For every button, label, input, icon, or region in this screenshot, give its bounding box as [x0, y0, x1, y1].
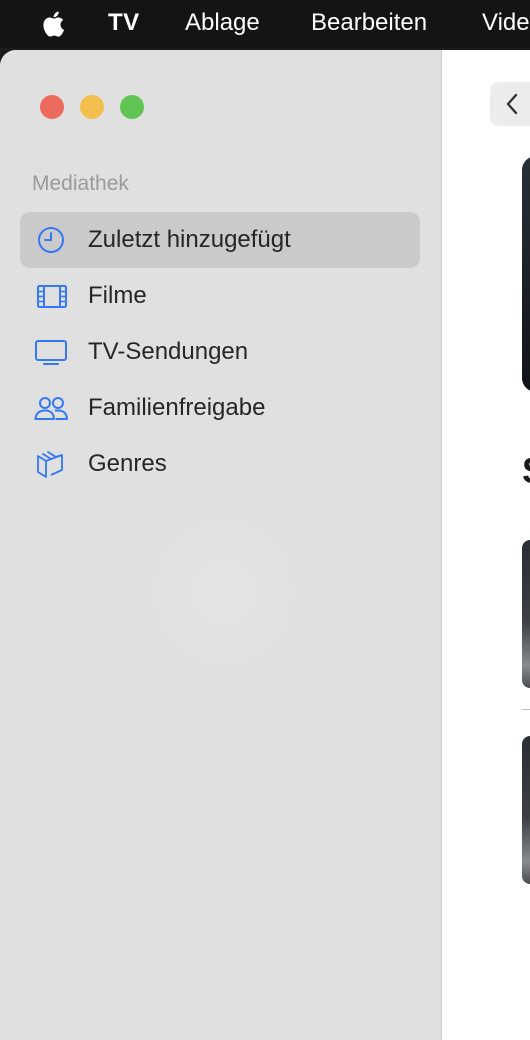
back-button[interactable] [490, 82, 530, 126]
hero-artwork[interactable] [522, 156, 530, 392]
apple-icon[interactable] [40, 9, 70, 39]
empty-placeholder-graphic [152, 516, 296, 668]
people-icon [34, 397, 68, 420]
sidebar: Mediathek Zuletzt hinzugefügt Filme TV-S… [0, 50, 442, 1040]
sidebar-item-recently-added[interactable]: Zuletzt hinzugefügt [20, 212, 420, 268]
sidebar-item-label: TV-Sendungen [88, 338, 249, 365]
sidebar-item-family-sharing[interactable]: Familienfreigabe [20, 380, 420, 436]
tv-icon [35, 340, 67, 365]
sidebar-item-label: Zuletzt hinzugefügt [88, 226, 291, 253]
minimize-window-button[interactable] [80, 95, 104, 119]
sidebar-section-label: Mediathek [32, 172, 129, 195]
film-icon [37, 285, 67, 308]
chevron-left-icon [506, 93, 518, 115]
divider [522, 709, 530, 710]
section-heading: S [522, 450, 530, 492]
main-content: S [442, 50, 530, 1040]
sidebar-item-movies[interactable]: Filme [20, 268, 420, 324]
menu-app-name[interactable]: TV [108, 9, 140, 37]
genres-icon [37, 451, 63, 478]
media-thumbnail[interactable] [522, 540, 530, 688]
sidebar-item-label: Filme [88, 282, 147, 309]
media-thumbnail[interactable] [522, 736, 530, 884]
sidebar-item-genres[interactable]: Genres [20, 436, 420, 492]
menu-video[interactable]: Vide [482, 9, 530, 37]
sidebar-item-label: Genres [88, 450, 167, 477]
sidebar-item-label: Familienfreigabe [88, 394, 266, 421]
menu-bearbeiten[interactable]: Bearbeiten [311, 9, 427, 37]
zoom-window-button[interactable] [120, 95, 144, 119]
close-window-button[interactable] [40, 95, 64, 119]
sidebar-item-tv-shows[interactable]: TV-Sendungen [20, 324, 420, 380]
app-window: Mediathek Zuletzt hinzugefügt Filme TV-S… [0, 50, 530, 1040]
clock-icon [38, 227, 64, 253]
menu-bar: TV Ablage Bearbeiten Vide [0, 0, 530, 48]
menu-ablage[interactable]: Ablage [185, 9, 260, 37]
